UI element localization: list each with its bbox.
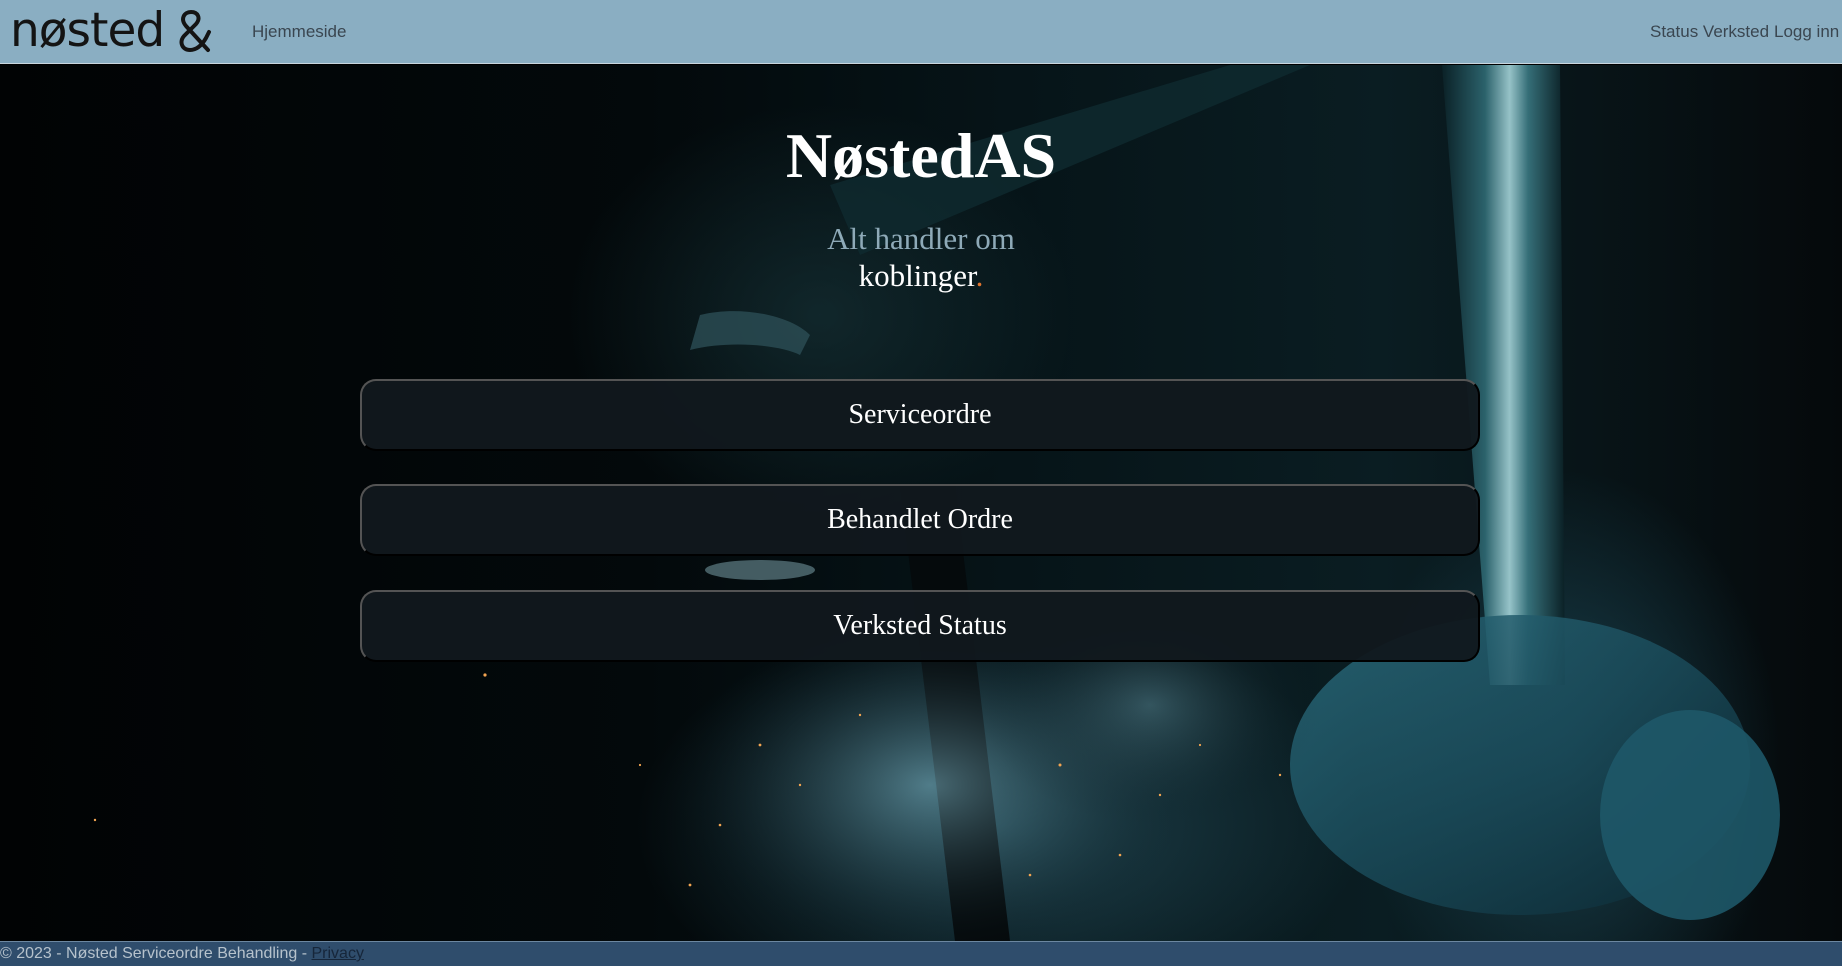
ampersand-logo-icon xyxy=(179,10,212,52)
nav-link-home[interactable]: Hjemmeside xyxy=(252,22,346,42)
hero-tagline-line1: Alt handler om xyxy=(827,221,1015,256)
footer-copyright: © 2023 - Nøsted Serviceordre Behandling … xyxy=(0,945,312,962)
hero-tagline-line2: koblinger. xyxy=(0,258,1842,294)
privacy-link[interactable]: Privacy xyxy=(312,945,364,962)
brand-logo[interactable]: nøsted xyxy=(10,3,214,58)
serviceordre-button[interactable]: Serviceordre xyxy=(360,379,1480,451)
top-navbar: nøsted Hjemmeside Status Verksted Logg i… xyxy=(0,0,1842,64)
hero-tagline-dot: . xyxy=(975,258,984,293)
verksted-status-button[interactable]: Verksted Status xyxy=(360,590,1480,662)
hero-section: NøstedAS Alt handler om koblinger. Servi… xyxy=(0,65,1842,941)
behandlet-ordre-button[interactable]: Behandlet Ordre xyxy=(360,484,1480,556)
brand-logo-text: nøsted xyxy=(10,3,165,58)
nav-link-login[interactable]: Logg inn xyxy=(1774,22,1839,42)
hero-tagline-word: koblinger xyxy=(858,258,976,293)
page-footer: © 2023 - Nøsted Serviceordre Behandling … xyxy=(0,941,1842,966)
nav-link-status-verksted[interactable]: Status Verksted xyxy=(1650,22,1769,42)
hero-title: NøstedAS xyxy=(785,120,1057,191)
